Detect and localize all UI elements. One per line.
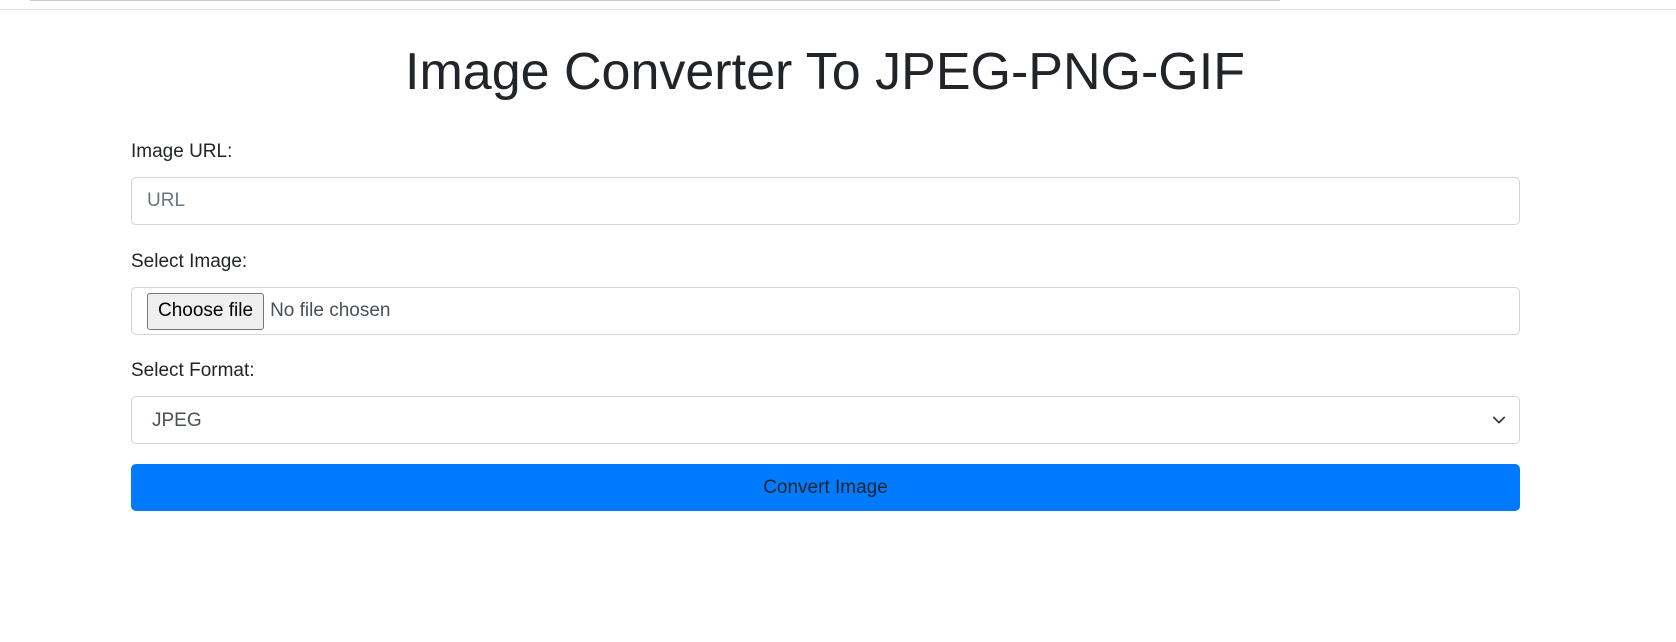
convert-image-button[interactable]: Convert Image <box>131 464 1520 511</box>
select-format-label: Select Format: <box>131 360 255 381</box>
select-image-label: Select Image: <box>131 251 248 272</box>
converter-form: Image URL: Select Image: Choose file No … <box>131 140 1520 511</box>
choose-file-button[interactable]: Choose file <box>147 292 265 330</box>
format-select-wrapper: JPEG <box>131 396 1520 444</box>
image-url-label: Image URL: <box>131 141 233 162</box>
file-input[interactable]: Choose file No file chosen <box>131 287 1520 335</box>
top-divider-dark <box>30 0 1280 1</box>
page-title: Image Converter To JPEG-PNG-GIF <box>405 43 1245 101</box>
image-url-input[interactable] <box>131 177 1520 225</box>
top-divider <box>0 9 1676 10</box>
format-select[interactable]: JPEG <box>131 396 1520 444</box>
file-status-text: No file chosen <box>270 300 391 321</box>
